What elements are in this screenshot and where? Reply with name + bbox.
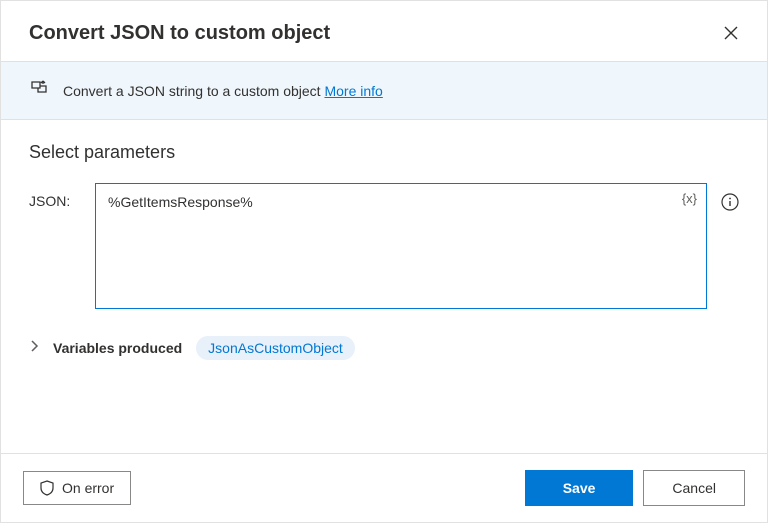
variables-produced-row: Variables produced JsonAsCustomObject [29, 336, 739, 360]
on-error-label: On error [62, 480, 114, 496]
footer-actions: Save Cancel [525, 470, 745, 506]
save-button[interactable]: Save [525, 470, 634, 506]
banner-description: Convert a JSON string to a custom object [63, 83, 324, 99]
chevron-right-icon [29, 340, 39, 352]
on-error-button[interactable]: On error [23, 471, 131, 505]
shield-icon [40, 480, 54, 496]
info-banner: Convert a JSON string to a custom object… [1, 61, 767, 120]
close-icon [724, 26, 738, 40]
content-area: Select parameters JSON: {x} Variables pr… [1, 120, 767, 453]
json-label: JSON: [29, 183, 81, 209]
variables-expand-toggle[interactable] [29, 339, 39, 357]
banner-text: Convert a JSON string to a custom object… [63, 83, 383, 99]
cancel-button[interactable]: Cancel [643, 470, 745, 506]
info-icon [721, 193, 739, 211]
json-input[interactable] [95, 183, 707, 309]
title-bar: Convert JSON to custom object [1, 1, 767, 61]
close-button[interactable] [719, 21, 743, 45]
section-title: Select parameters [29, 142, 739, 163]
insert-variable-button[interactable]: {x} [682, 191, 697, 206]
json-field-row: JSON: {x} [29, 183, 739, 314]
json-input-wrap: {x} [95, 183, 707, 314]
variables-produced-label: Variables produced [53, 340, 182, 356]
variable-chip[interactable]: JsonAsCustomObject [196, 336, 355, 360]
info-button[interactable] [721, 193, 739, 216]
dialog-title: Convert JSON to custom object [29, 22, 330, 45]
action-icon [29, 78, 49, 103]
dialog-footer: On error Save Cancel [1, 453, 767, 522]
more-info-link[interactable]: More info [324, 83, 382, 99]
